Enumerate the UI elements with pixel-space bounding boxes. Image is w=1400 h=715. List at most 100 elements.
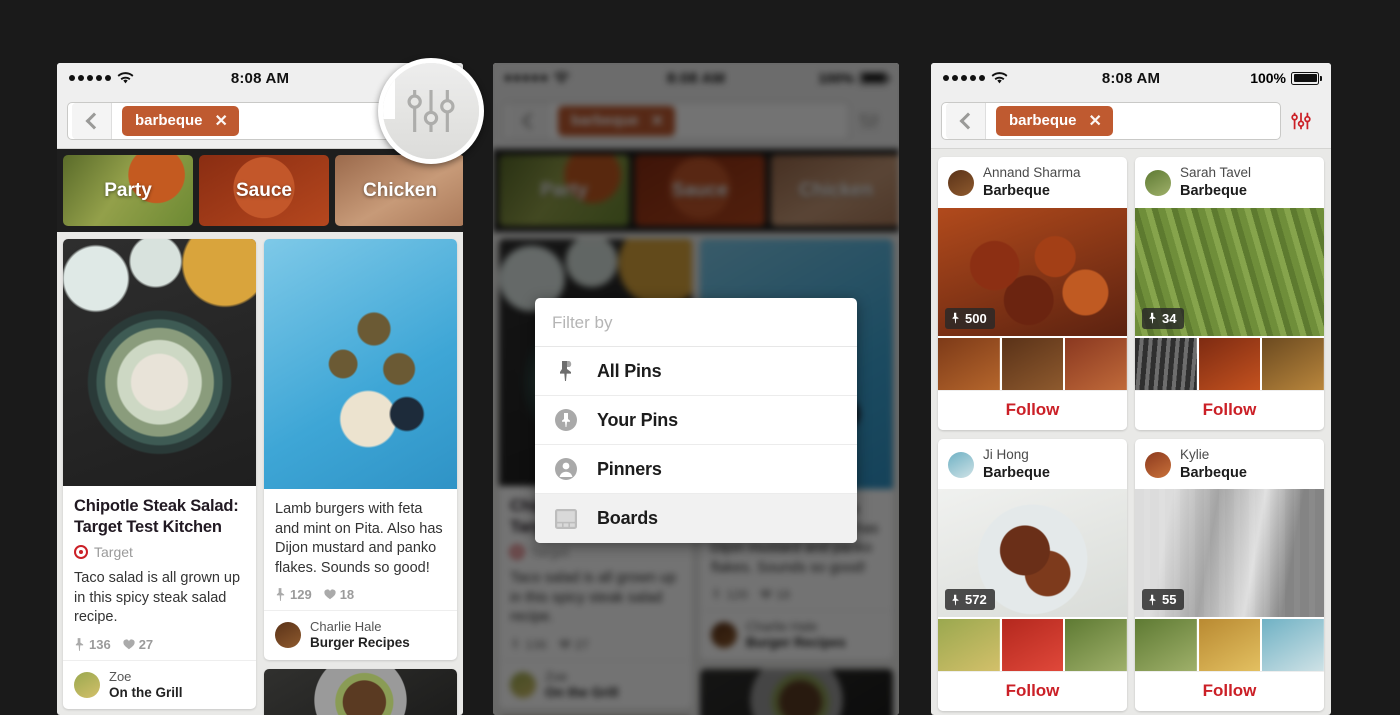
category-label: Sauce	[236, 179, 292, 201]
repin-count: 129	[290, 587, 312, 603]
screenshot-stage: 8:08 AM barbeque ✕ Party Sauce Chicken C…	[0, 0, 1400, 715]
board-header[interactable]: Kylie Barbeque	[1135, 439, 1324, 490]
board-thumbnail[interactable]	[938, 619, 1000, 672]
board-thumbnail[interactable]	[1065, 619, 1127, 672]
heart-icon	[123, 639, 135, 650]
board-thumbnails[interactable]	[938, 336, 1127, 390]
your-pins-circle-icon	[552, 408, 579, 432]
close-icon[interactable]: ✕	[1089, 111, 1102, 131]
pinner-name: Zoe	[109, 668, 132, 684]
pin-body: Chipotle Steak Salad: Target Test Kitche…	[63, 486, 256, 660]
filter-option-pinners[interactable]: Pinners	[535, 445, 857, 494]
avatar	[1145, 451, 1171, 478]
pin-pinner[interactable]: Charlie Hale Burger Recipes	[264, 610, 457, 659]
board-thumbnail[interactable]	[1065, 337, 1127, 390]
pin-image[interactable]	[264, 668, 457, 715]
target-logo-icon	[74, 545, 88, 560]
back-button[interactable]	[72, 102, 112, 139]
board-cover[interactable]: 572	[938, 489, 1127, 618]
category-strip[interactable]: Party Sauce Chicken	[57, 149, 463, 232]
search-input[interactable]: barbeque ✕	[67, 101, 413, 140]
pin-card[interactable]: Chipotle Steak Salad: Target Test Kitche…	[63, 239, 256, 710]
board-card[interactable]: Ji Hong Barbeque 572 Follow	[938, 438, 1127, 712]
board-user-name: Sarah Tavel	[1180, 165, 1252, 180]
board-thumbnails[interactable]	[1135, 617, 1324, 672]
category-tile-chicken[interactable]: Chicken	[335, 155, 463, 226]
pushpin-icon	[1149, 594, 1156, 606]
board-thumbnail[interactable]	[1198, 619, 1261, 672]
pin-image[interactable]	[264, 239, 457, 489]
board-name: Barbeque	[1180, 464, 1247, 481]
magnifier-edge-strip	[383, 75, 395, 119]
board-header-text: Ji Hong Barbeque	[983, 447, 1050, 483]
board-pin-count: 34	[1142, 307, 1185, 329]
filter-button[interactable]	[1281, 110, 1321, 132]
pin-source[interactable]: Target	[74, 544, 245, 560]
pin-card[interactable]: Lamb burgers with feta and mint on Pita.…	[264, 239, 457, 660]
board-header-text: Sarah Tavel Barbeque	[1180, 165, 1251, 201]
phone-panel-search-results: 8:08 AM barbeque ✕ Party Sauce Chicken C…	[57, 63, 463, 715]
pinner-board: On the Grill	[109, 684, 183, 700]
person-circle-icon	[552, 457, 579, 481]
board-thumbnail[interactable]	[1262, 619, 1324, 672]
follow-button[interactable]: Follow	[938, 389, 1127, 430]
board-header-text: Kylie Barbeque	[1180, 447, 1247, 483]
board-header[interactable]: Annand Sharma Barbeque	[938, 157, 1127, 208]
category-tile-sauce[interactable]: Sauce	[199, 155, 329, 226]
search-query-tag[interactable]: barbeque ✕	[996, 105, 1113, 136]
board-thumbnails[interactable]	[938, 617, 1127, 672]
heart-icon	[324, 589, 336, 600]
back-button[interactable]	[946, 102, 986, 139]
board-cover[interactable]: 500	[938, 207, 1127, 336]
board-cover[interactable]: 34	[1135, 207, 1324, 336]
pinner-board: Burger Recipes	[310, 634, 410, 650]
filter-option-all-pins[interactable]: All Pins	[535, 347, 857, 396]
board-card[interactable]: Kylie Barbeque 55 Follow	[1135, 438, 1324, 712]
pin-body: Lamb burgers with feta and mint on Pita.…	[264, 489, 457, 610]
follow-button[interactable]: Follow	[938, 671, 1127, 712]
board-user-name: Ji Hong	[983, 446, 1029, 462]
board-cover[interactable]: 55	[1135, 489, 1324, 618]
search-bar: barbeque ✕	[931, 93, 1331, 149]
filter-dropdown: Filter by All Pins Your Pins Pinners Boa…	[535, 298, 857, 543]
pin-pinner[interactable]: Zoe On the Grill	[63, 659, 256, 709]
filter-option-label: Your Pins	[597, 409, 678, 430]
board-thumbnail[interactable]	[1001, 619, 1064, 672]
filter-option-your-pins[interactable]: Your Pins	[535, 396, 857, 445]
pin-card[interactable]	[264, 668, 457, 715]
follow-button[interactable]: Follow	[1135, 671, 1324, 712]
board-pin-count-value: 572	[965, 592, 987, 608]
search-query-label: barbeque	[1009, 112, 1077, 129]
pushpin-icon	[952, 312, 959, 324]
board-thumbnail[interactable]	[1001, 337, 1064, 390]
pin-title: Chipotle Steak Salad: Target Test Kitche…	[74, 497, 239, 536]
board-card[interactable]: Annand Sharma Barbeque 500 Follow	[938, 157, 1127, 430]
chevron-left-icon	[85, 112, 102, 129]
close-icon[interactable]: ✕	[215, 111, 228, 131]
board-column-right: Sarah Tavel Barbeque 34 Follow Kylie Bar…	[1135, 157, 1324, 712]
category-tile-party[interactable]: Party	[63, 155, 193, 226]
board-card[interactable]: Sarah Tavel Barbeque 34 Follow	[1135, 157, 1324, 430]
board-name: Barbeque	[1180, 182, 1247, 199]
search-query-tag[interactable]: barbeque ✕	[122, 105, 239, 136]
follow-button[interactable]: Follow	[1135, 389, 1324, 430]
repin-stat: 129	[275, 587, 312, 602]
board-thumbnails[interactable]	[1135, 336, 1324, 390]
pinner-text: Zoe On the Grill	[109, 669, 183, 701]
board-thumbnail[interactable]	[1135, 619, 1197, 672]
board-header[interactable]: Sarah Tavel Barbeque	[1135, 157, 1324, 208]
search-input[interactable]: barbeque ✕	[941, 101, 1281, 140]
pin-image[interactable]	[63, 239, 256, 486]
filter-option-boards[interactable]: Boards	[535, 494, 857, 543]
board-grid: Annand Sharma Barbeque 500 Follow Ji Hon…	[931, 149, 1331, 715]
avatar	[948, 451, 974, 478]
phone-panel-board-results: 8:08 AM 100% barbeque ✕ Annand Sharma Ba…	[931, 63, 1331, 715]
board-user-name: Kylie	[1180, 446, 1210, 462]
board-thumbnail[interactable]	[1135, 337, 1197, 390]
board-header[interactable]: Ji Hong Barbeque	[938, 439, 1127, 490]
board-thumbnail[interactable]	[1198, 337, 1261, 390]
board-thumbnail[interactable]	[938, 337, 1000, 390]
filter-option-label: Pinners	[597, 458, 662, 479]
board-thumbnail[interactable]	[1262, 337, 1324, 390]
board-column-left: Annand Sharma Barbeque 500 Follow Ji Hon…	[938, 157, 1127, 712]
